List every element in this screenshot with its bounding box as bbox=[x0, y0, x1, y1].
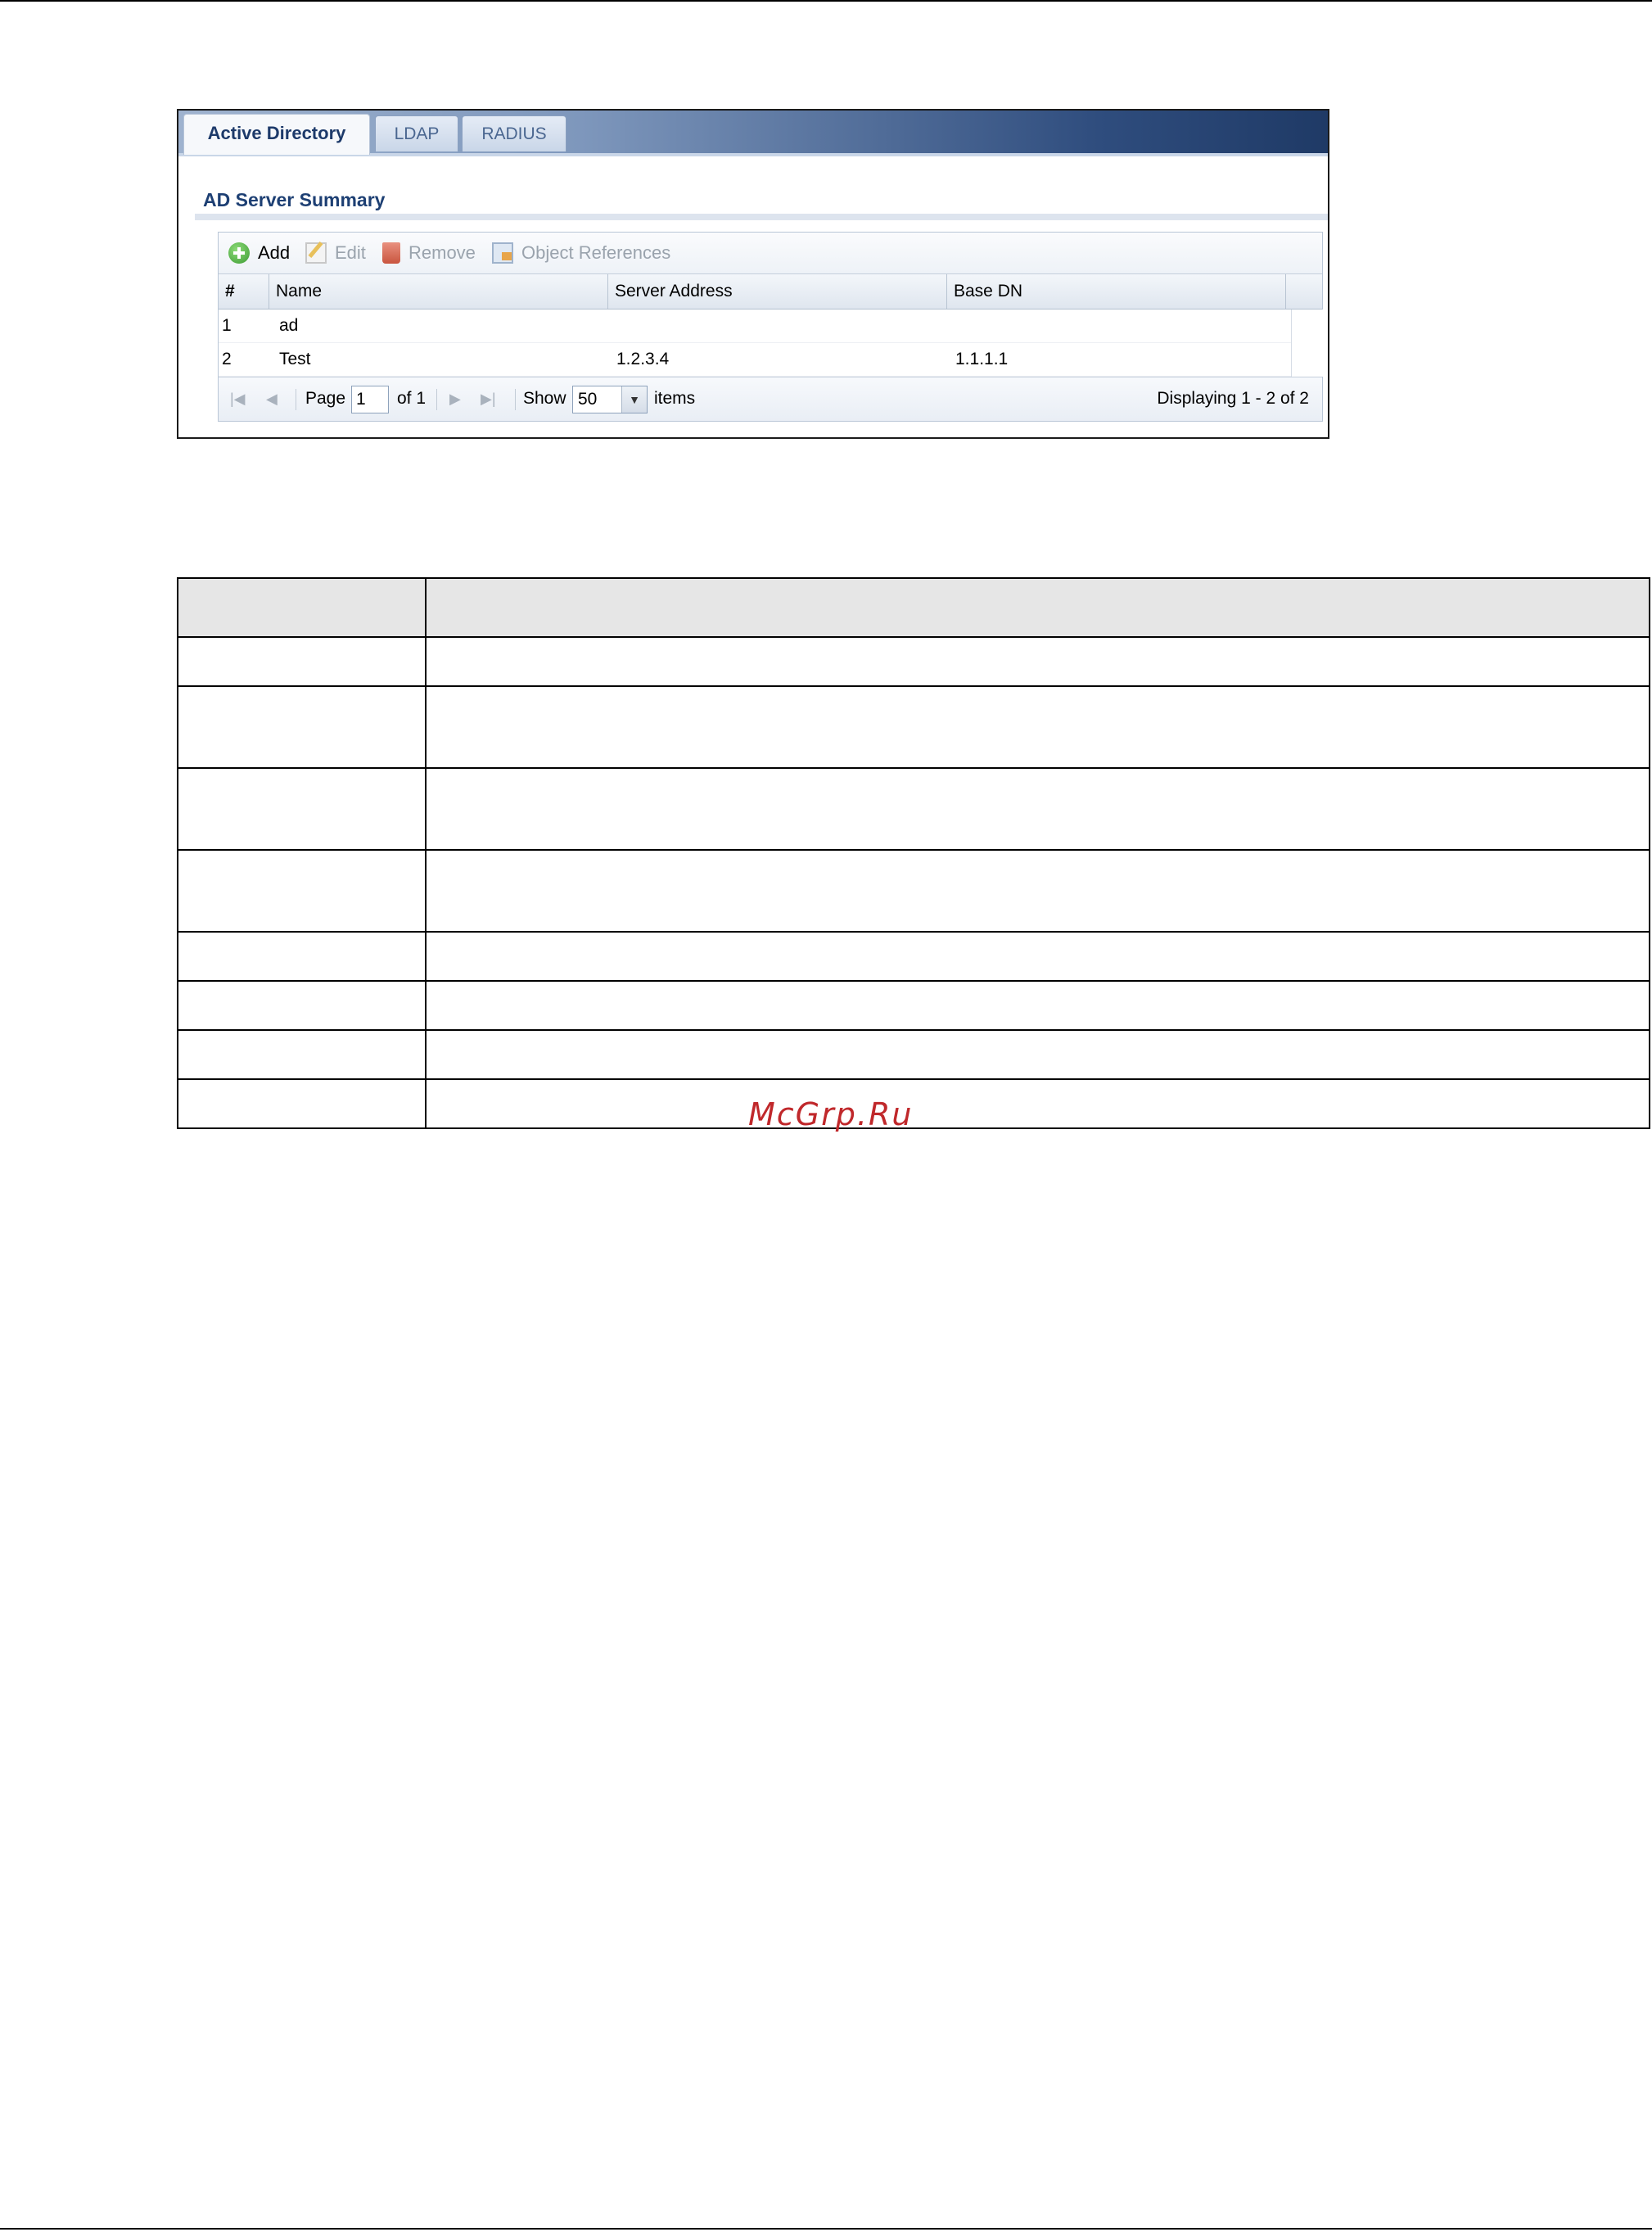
label-cell bbox=[177, 931, 427, 982]
row-name: Test bbox=[279, 350, 311, 368]
table-header-row bbox=[177, 577, 1650, 638]
remove-button[interactable]: Remove bbox=[382, 241, 476, 265]
tab-active-directory[interactable]: Active Directory bbox=[183, 114, 370, 155]
table-row bbox=[177, 636, 1650, 687]
last-page-icon[interactable]: ▶| bbox=[481, 377, 496, 420]
chevron-down-icon[interactable]: ▼ bbox=[621, 386, 647, 413]
table-row bbox=[177, 931, 1650, 982]
table-row bbox=[177, 767, 1650, 851]
table-row bbox=[177, 980, 1650, 1031]
description-cell bbox=[425, 980, 1650, 1031]
object-references-label: Object References bbox=[521, 242, 671, 263]
description-cell bbox=[425, 685, 1650, 769]
label-cell bbox=[177, 849, 427, 933]
section-title: AD Server Summary bbox=[203, 189, 386, 210]
row-base-dn: 1.1.1.1 bbox=[955, 350, 1009, 368]
edit-icon bbox=[305, 242, 327, 264]
next-page-icon[interactable]: ▶ bbox=[449, 377, 461, 420]
table-row[interactable]: 1 ad bbox=[219, 309, 1291, 343]
column-header-base-dn[interactable]: Base DN bbox=[947, 274, 1286, 309]
label-cell bbox=[177, 980, 427, 1031]
ad-server-screenshot: Active Directory LDAP RADIUS AD Server S… bbox=[177, 109, 1329, 439]
page-top-rule bbox=[0, 0, 1652, 2]
page-size-value: 50 bbox=[578, 390, 598, 409]
table-row[interactable]: 2 Test 1.2.3.4 1.1.1.1 bbox=[219, 343, 1291, 377]
grid-scroll-area[interactable] bbox=[1291, 309, 1323, 377]
page-label: Page bbox=[305, 389, 346, 408]
description-cell bbox=[425, 1029, 1650, 1080]
description-cell bbox=[425, 767, 1650, 851]
pager-separator bbox=[515, 389, 516, 410]
ad-server-grid: Add Edit Remove Object References # Name… bbox=[218, 232, 1323, 422]
header-cell-description bbox=[425, 577, 1650, 638]
header-cell-label bbox=[177, 577, 427, 638]
object-references-icon bbox=[492, 242, 513, 264]
grid-header: # Name Server Address Base DN bbox=[219, 273, 1322, 309]
tab-bar: Active Directory LDAP RADIUS bbox=[178, 111, 1328, 156]
object-references-button[interactable]: Object References bbox=[492, 241, 670, 265]
label-cell bbox=[177, 1029, 427, 1080]
label-cell bbox=[177, 636, 427, 687]
pager: |◀ ◀ Page 1 of 1 ▶ ▶| Show 50 ▼ items Di… bbox=[219, 377, 1322, 421]
field-description-table bbox=[177, 577, 1650, 1129]
page-count-label: of 1 bbox=[397, 389, 427, 408]
description-cell bbox=[425, 931, 1650, 982]
show-label: Show bbox=[523, 389, 566, 408]
page-size-select[interactable]: 50 ▼ bbox=[572, 386, 648, 413]
items-label: items bbox=[654, 389, 696, 408]
column-header-server-address[interactable]: Server Address bbox=[608, 274, 947, 309]
section-divider bbox=[195, 214, 1328, 220]
description-cell bbox=[425, 849, 1650, 933]
page-bottom-rule bbox=[0, 2228, 1652, 2230]
table-row bbox=[177, 1029, 1650, 1080]
add-label: Add bbox=[258, 242, 291, 263]
grid-toolbar: Add Edit Remove Object References bbox=[219, 233, 1322, 273]
row-name: ad bbox=[279, 316, 299, 335]
remove-label: Remove bbox=[408, 242, 476, 263]
row-server-address: 1.2.3.4 bbox=[616, 350, 670, 368]
table-row bbox=[177, 849, 1650, 933]
row-number: 2 bbox=[222, 350, 232, 368]
label-cell bbox=[177, 685, 427, 769]
displaying-status: Displaying 1 - 2 of 2 bbox=[1157, 389, 1309, 408]
watermark: McGrp.Ru bbox=[748, 1096, 914, 1132]
page-number-input[interactable]: 1 bbox=[351, 386, 389, 413]
description-cell bbox=[425, 636, 1650, 687]
row-number: 1 bbox=[222, 316, 232, 335]
trash-icon bbox=[382, 242, 400, 264]
column-header-number[interactable]: # bbox=[219, 274, 269, 309]
label-cell bbox=[177, 767, 427, 851]
table-row bbox=[177, 685, 1650, 769]
prev-page-icon[interactable]: ◀ bbox=[266, 377, 278, 420]
tab-ldap[interactable]: LDAP bbox=[375, 115, 458, 151]
column-header-name[interactable]: Name bbox=[269, 274, 608, 309]
pager-separator bbox=[436, 389, 437, 410]
table-row bbox=[177, 1078, 1650, 1129]
first-page-icon[interactable]: |◀ bbox=[230, 377, 246, 420]
add-button[interactable]: Add bbox=[228, 241, 290, 265]
label-cell bbox=[177, 1078, 427, 1129]
description-cell bbox=[425, 1078, 1650, 1129]
edit-label: Edit bbox=[335, 242, 366, 263]
add-icon bbox=[228, 242, 250, 264]
tab-radius[interactable]: RADIUS bbox=[462, 115, 566, 151]
edit-button[interactable]: Edit bbox=[305, 241, 366, 265]
